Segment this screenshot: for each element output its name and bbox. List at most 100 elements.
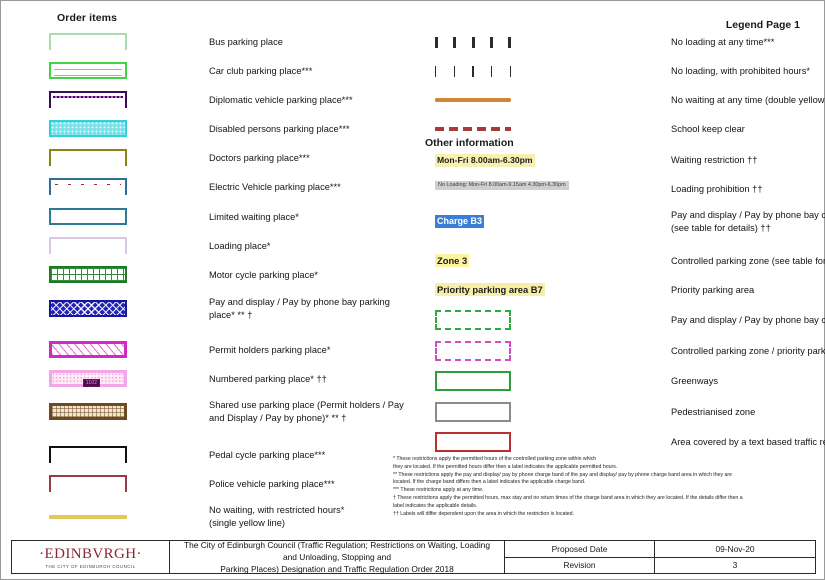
legend-item-school-keep-clear: School keep clear [421, 118, 825, 140]
priority-area-chip: Priority parking area B7 [435, 283, 545, 296]
order-description: The City of Edinburgh Council (Traffic R… [170, 540, 505, 574]
swatch-cpz-priority-area [421, 340, 546, 362]
legend-label: No loading at any time*** [671, 36, 775, 47]
legend-item-doctors: Doctors parking place*** [49, 147, 469, 169]
legend-label: Area covered by a text based traffic reg… [671, 436, 825, 447]
legend-item-car-club: Car club parking place*** [49, 60, 469, 82]
revision-row: Revision 3 [505, 557, 815, 573]
proposed-date-label: Proposed Date [505, 541, 655, 557]
legend-label: No waiting at any time (double yellow li… [671, 94, 825, 105]
legend-item-charge-band-area: Pay and display / Pay by phone bay charg… [421, 309, 825, 331]
footnote-line: ** These restrictions apply the pay and … [393, 471, 733, 478]
legend-label: Priority parking area [671, 284, 755, 295]
swatch-disabled [49, 118, 129, 140]
legend-page: Order items Legend Page 1 Other informat… [0, 0, 825, 580]
number-plate-icon: 1102 [83, 379, 100, 387]
legend-item-pay-and-display: Pay and display / Pay by phone bay parki… [49, 296, 469, 321]
legend-label: Pedestrianised zone [671, 406, 756, 417]
legend-item-loading-place: Loading place* [49, 235, 469, 257]
swatch-no-loading-any-time [421, 31, 546, 53]
swatch-permit-holders [49, 339, 129, 361]
tick-marks-thick [435, 35, 511, 49]
legend-item-bus-parking: Bus parking place [49, 31, 469, 53]
legend-item-priority-parking-area: Priority parking area B7 Priority parkin… [421, 279, 825, 301]
swatch-bus-parking [49, 31, 129, 53]
swatch-text-based-tro [421, 431, 546, 453]
charge-band-chip: Charge B3 [435, 214, 485, 228]
footnote-line: † These restrictions apply the permitted… [393, 494, 743, 501]
swatch-pay-and-display [49, 298, 129, 320]
swatch-single-yellow-line [49, 506, 129, 528]
legend-item-no-loading-any-time: No loading at any time*** [421, 31, 825, 53]
swatch-no-loading-prohibited-hours [421, 60, 546, 82]
swatch-police-vehicle [49, 473, 129, 495]
swatch-waiting-restriction-label: Mon-Fri 8.00am-6.30pm [421, 149, 546, 171]
swatch-numbered-parking: 1102 [49, 368, 129, 390]
swatch-motor-cycle [49, 264, 129, 286]
legend-item-shared-use: Shared use parking place (Permit holders… [49, 399, 469, 424]
footnote-line: *** These restrictions apply at any time… [393, 487, 484, 494]
footnote-line: they are located. If the permitted hours… [393, 463, 618, 470]
legend-item-motor-cycle: Motor cycle parking place* [49, 264, 469, 286]
revision-label: Revision [505, 557, 655, 573]
footnote-line: * These restrictions apply the permitted… [393, 456, 597, 462]
footnotes-block: * These restrictions apply the permitted… [393, 456, 811, 518]
swatch-loading-prohibition-label: No Loading: Mon-Fri 8.00am-9.15am 4.30pm… [421, 178, 569, 200]
swatch-charge-band-area [421, 309, 546, 331]
legend-item-waiting-restriction: Mon-Fri 8.00am-6.30pm Waiting restrictio… [421, 149, 825, 171]
council-logo: ·EDINBVRGH· THE CITY OF EDINBURGH COUNCI… [12, 541, 170, 573]
legend-label: Pay and display / Pay by phone bay charg… [671, 210, 825, 233]
proposed-date-row: Proposed Date 09-Nov-20 [505, 541, 815, 558]
swatch-diplomatic [49, 89, 129, 111]
legend-item-double-yellow-line: No waiting at any time (double yellow li… [421, 89, 825, 111]
swatch-double-yellow-line [421, 89, 546, 111]
swatch-doctors [49, 147, 129, 169]
legend-item-loading-prohibition: No Loading: Mon-Fri 8.00am-9.15am 4.30pm… [421, 178, 825, 200]
legend-item-greenways: Greenways [421, 370, 825, 392]
legend-item-disabled: Disabled persons parking place*** [49, 118, 469, 140]
legend-item-electric-vehicle: Electric Vehicle parking place*** [49, 176, 469, 198]
title-block: ·EDINBVRGH· THE CITY OF EDINBURGH COUNCI… [11, 540, 816, 574]
swatch-pedal-cycle [49, 444, 129, 466]
legend-label: Greenways [671, 375, 719, 386]
zone-chip: Zone 3 [435, 254, 470, 267]
logo-subtitle: THE CITY OF EDINBURGH COUNCIL [45, 563, 136, 569]
logo-wordmark: ·EDINBVRGH· [39, 545, 142, 562]
order-items-heading: Order items [57, 12, 118, 24]
title-block-meta: Proposed Date 09-Nov-20 Revision 3 [505, 541, 815, 573]
revision-value: 3 [732, 560, 738, 571]
tick-marks-thin [435, 64, 511, 78]
swatch-limited-waiting [49, 206, 129, 228]
proposed-date-value: 09-Nov-20 [715, 543, 755, 554]
legend-page-heading: Legend Page 1 [725, 19, 800, 31]
swatch-school-keep-clear [421, 118, 546, 140]
swatch-zone-label: Zone 3 [421, 250, 546, 272]
legend-item-controlled-parking-zone: Zone 3 Controlled parking zone (see tabl… [421, 250, 825, 272]
legend-label: School keep clear [671, 123, 745, 134]
electric-vehicle-dashes [55, 183, 121, 185]
legend-item-cpz-priority-area: Controlled parking zone / priority parki… [421, 340, 825, 362]
footnote-line: label indicates the applicable details. [393, 502, 478, 509]
footnote-line: †† Labels will differ dependent upon the… [393, 510, 575, 517]
legend-label: Pay and display / Pay by phone bay charg… [671, 314, 825, 325]
legend-item-permit-holders: Permit holders parking place* [49, 339, 469, 361]
legend-item-limited-waiting: Limited waiting place* [49, 206, 469, 228]
footnote-line: located. If the charge band differs then… [393, 479, 586, 486]
legend-item-no-loading-prohibited-hours: No loading, with prohibited hours* [421, 60, 825, 82]
legend-label: Controlled parking zone / priority parki… [671, 345, 825, 356]
legend-label: Waiting restriction †† [671, 154, 758, 165]
loading-prohibition-chip: No Loading: Mon-Fri 8.00am-9.15am 4.30pm… [435, 181, 569, 190]
swatch-car-club [49, 60, 129, 82]
car-club-inner-lines [54, 69, 122, 76]
swatch-charge-band-label: Charge B3 [421, 211, 546, 233]
swatch-priority-area-label: Priority parking area B7 [421, 279, 546, 301]
legend-label: Controlled parking zone (see table for d… [671, 255, 825, 266]
diplomatic-dotted-bar [53, 95, 123, 98]
swatch-greenways [421, 370, 546, 392]
legend-item-pedestrianised-zone: Pedestrianised zone [421, 401, 825, 423]
legend-item-diplomatic: Diplomatic vehicle parking place*** [49, 89, 469, 111]
legend-item-charge-band: Charge B3 Pay and display / Pay by phone… [421, 209, 825, 234]
swatch-pedestrianised-zone [421, 401, 546, 423]
legend-label: Loading prohibition †† [671, 183, 763, 194]
waiting-restriction-chip: Mon-Fri 8.00am-6.30pm [435, 154, 535, 167]
